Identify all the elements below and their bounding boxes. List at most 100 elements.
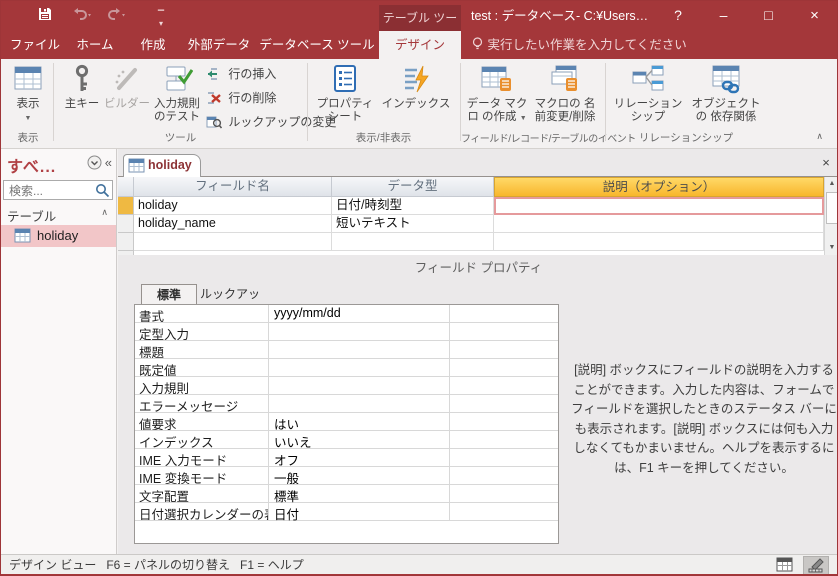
property-row[interactable]: 文字配置標準 <box>135 485 558 503</box>
property-row[interactable]: IME 入力モードオフ <box>135 449 558 467</box>
document-tab-label: holiday <box>148 158 192 172</box>
tab-database-tools[interactable]: データベース ツール <box>259 31 375 59</box>
data-macro-icon <box>465 62 529 98</box>
qat-customize-icon[interactable]: ▔▾ <box>149 6 173 30</box>
delete-rows-icon <box>206 91 225 105</box>
property-grid: 書式yyyy/mm/dd 定型入力 標題 既定値 入力規則 エラーメッセージ 値… <box>134 304 559 544</box>
description-cell-focused[interactable] <box>494 197 824 215</box>
insert-rows-button[interactable]: 行の挿入 <box>206 63 276 85</box>
close-button[interactable]: × <box>791 1 838 31</box>
column-header-field-name[interactable]: フィールド名 <box>134 177 332 197</box>
minimize-button[interactable]: – <box>701 1 746 31</box>
undo-icon[interactable] <box>69 6 93 26</box>
access-window: ▔▾ テーブル ツール test : データベース- C:¥Users… ? –… <box>0 0 838 576</box>
property-tab-lookup[interactable]: ルックアップ <box>198 284 262 305</box>
contextual-tab-table-tools[interactable]: テーブル ツール <box>379 5 461 31</box>
save-icon[interactable] <box>33 6 57 26</box>
macro-rename-icon <box>529 62 601 98</box>
property-row[interactable]: IME 変換モード一般 <box>135 467 558 485</box>
row-selector[interactable] <box>118 251 134 255</box>
ribbon-group-table-events: データ マクロ の作成 ▼ マクロの 名前変更/削除 フィールド/レコード/テー… <box>461 59 604 148</box>
search-input[interactable] <box>7 182 97 200</box>
field-properties-label: フィールド プロパティ <box>118 257 838 276</box>
tab-design[interactable]: デザイン <box>379 31 461 59</box>
field-design-grid: フィールド名 データ型 説明（オプション） holiday 日付/時刻型 hol… <box>118 177 824 255</box>
nav-item-holiday[interactable]: holiday <box>1 225 116 247</box>
section-collapse-icon[interactable]: ∧ <box>101 207 108 218</box>
property-row[interactable]: 値要求はい <box>135 413 558 431</box>
property-sheet-button[interactable]: プロパティ シート <box>314 62 376 134</box>
datasheet-view-button[interactable] <box>771 556 797 575</box>
empty-description-cell[interactable] <box>494 233 824 251</box>
nav-search-box <box>3 180 113 200</box>
document-close-icon[interactable]: × <box>818 155 834 171</box>
property-row[interactable]: エラーメッセージ <box>135 395 558 413</box>
shutter-bar-close-icon[interactable]: « <box>105 155 112 170</box>
property-row[interactable]: 標題 <box>135 341 558 359</box>
document-tab-holiday[interactable]: holiday <box>123 154 201 177</box>
property-row[interactable]: 既定値 <box>135 359 558 377</box>
data-type-cell[interactable]: 日付/時刻型 <box>332 197 494 215</box>
delete-rows-button[interactable]: 行の削除 <box>206 87 276 109</box>
key-icon <box>60 62 104 98</box>
property-sheet-icon <box>314 62 376 98</box>
field-name-cell[interactable]: holiday_name <box>134 215 332 233</box>
rename-delete-macro-button[interactable]: マクロの 名前変更/削除 <box>529 62 601 134</box>
relationships-button[interactable]: リレーションシップ <box>608 62 688 134</box>
scroll-down-icon[interactable]: ▼ <box>825 241 838 255</box>
nav-section-tables[interactable]: テーブル ∧ <box>1 204 116 226</box>
view-button[interactable]: 表示 ▼ <box>6 62 50 134</box>
object-dependencies-button[interactable]: オブジェクトの 依存関係 <box>688 62 764 134</box>
nav-menu-icon[interactable] <box>87 158 102 170</box>
ribbon-group-views: 表示 ▼ 表示 <box>3 59 53 148</box>
ribbon: 表示 ▼ 表示 主キー ビルダー 入力規則のテスト 行の挿入 <box>1 59 837 149</box>
primary-key-button[interactable]: 主キー <box>60 62 104 134</box>
title-bar: ▔▾ テーブル ツール test : データベース- C:¥Users… ? –… <box>1 1 837 31</box>
scroll-up-icon[interactable]: ▲ <box>825 177 838 191</box>
indexes-button[interactable]: インデックス <box>380 62 452 134</box>
lightbulb-icon <box>471 38 484 52</box>
nav-section-label: テーブル <box>7 206 56 225</box>
property-row[interactable]: インデックスいいえ <box>135 431 558 449</box>
empty-type-cell[interactable] <box>332 233 494 251</box>
property-row[interactable]: 入力規則 <box>135 377 558 395</box>
column-header-data-type[interactable]: データ型 <box>332 177 494 197</box>
property-row[interactable]: 定型入力 <box>135 323 558 341</box>
help-button[interactable]: ? <box>663 1 693 31</box>
tab-external-data[interactable]: 外部データ <box>181 31 257 59</box>
property-tab-general[interactable]: 標準 <box>141 284 197 305</box>
builder-button[interactable]: ビルダー <box>104 62 150 134</box>
row-selector[interactable] <box>118 233 134 251</box>
grid-vertical-scrollbar[interactable]: ▲ ▼ <box>824 177 838 255</box>
scrollbar-thumb[interactable] <box>826 192 838 224</box>
validation-check-icon <box>150 62 204 98</box>
tab-create[interactable]: 作成 <box>129 31 177 59</box>
property-row[interactable]: 日付選択カレンダーの表示日付 <box>135 503 558 521</box>
maximize-button[interactable]: □ <box>746 1 791 31</box>
search-icon[interactable] <box>95 183 110 203</box>
row-selector[interactable] <box>118 215 134 233</box>
test-validation-rules-button[interactable]: 入力規則のテスト <box>150 62 204 134</box>
collapse-ribbon-icon[interactable]: ∧ <box>816 131 823 142</box>
dropdown-caret-icon: ▼ <box>25 115 32 122</box>
column-header-description[interactable]: 説明（オプション） <box>494 177 824 197</box>
tab-file[interactable]: ファイル <box>9 31 61 59</box>
empty-field-cell[interactable] <box>134 233 332 251</box>
object-dependencies-icon <box>688 62 764 98</box>
wand-icon <box>104 62 150 98</box>
ribbon-group-show-hide: プロパティ シート インデックス 表示/非表示 <box>308 59 459 148</box>
property-row[interactable]: 書式yyyy/mm/dd <box>135 305 558 323</box>
description-help-text: [説明] ボックスにフィールドの説明を入力することができます。入力した内容は、フ… <box>570 361 838 478</box>
navigation-pane: すべ... « テーブル ∧ holiday <box>1 149 117 554</box>
design-view-button[interactable] <box>803 556 829 575</box>
field-name-cell[interactable]: holiday <box>134 197 332 215</box>
nav-pane-title[interactable]: すべ... <box>7 153 56 177</box>
data-type-cell[interactable]: 短いテキスト <box>332 215 494 233</box>
redo-icon[interactable] <box>105 6 129 26</box>
description-cell[interactable] <box>494 215 824 233</box>
relationships-icon <box>608 62 688 98</box>
row-selector-current[interactable] <box>118 197 134 215</box>
tell-me-box[interactable]: 実行したい作業を入力してください <box>471 31 687 59</box>
tab-home[interactable]: ホーム <box>67 31 123 59</box>
create-data-macros-button[interactable]: データ マクロ の作成 ▼ <box>465 62 529 134</box>
